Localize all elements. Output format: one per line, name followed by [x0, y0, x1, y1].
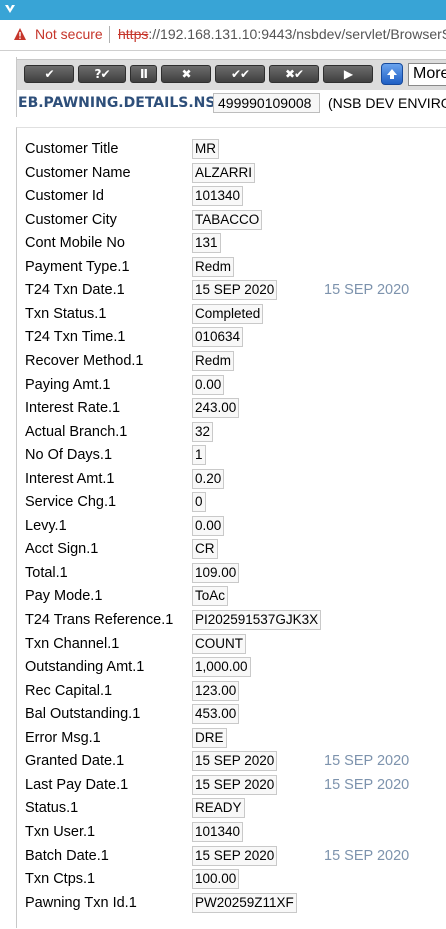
field-label: Txn Ctps.1 [25, 871, 96, 887]
pause-icon: II [140, 67, 148, 81]
field-value[interactable]: CR [192, 539, 218, 559]
field-enrichment: 15 SEP 2020 [324, 777, 410, 793]
field-label: Customer City [25, 212, 117, 228]
field-label: T24 Txn Time.1 [25, 329, 126, 345]
field-label: Granted Date.1 [25, 753, 125, 769]
address-separator [109, 26, 110, 43]
field-value[interactable]: Completed [192, 304, 264, 324]
field-label: No Of Days.1 [25, 447, 113, 463]
field-label: Last Pay Date.1 [25, 777, 129, 793]
field-value[interactable]: 0.00 [192, 516, 225, 536]
question-check-icon: ?✔ [94, 67, 110, 81]
reject-button[interactable]: ✖✔ [269, 65, 319, 83]
field-label: Service Chg.1 [25, 494, 117, 510]
field-label: Status.1 [25, 800, 79, 816]
field-label: Error Msg.1 [25, 730, 101, 746]
authorise-button[interactable]: ✔✔ [215, 65, 265, 83]
play-arrow-icon: ▶ [343, 67, 353, 81]
warning-icon [14, 28, 26, 40]
field-label: Actual Branch.1 [25, 424, 128, 440]
field-enrichment: 15 SEP 2020 [324, 753, 410, 769]
up-arrow-button[interactable] [381, 63, 403, 85]
more-actions-select[interactable]: More [408, 63, 446, 86]
field-value[interactable]: PI202591537GJK3X [192, 610, 322, 630]
field-value[interactable]: PW20259Z11XF [192, 893, 297, 913]
app-icon [5, 5, 15, 13]
field-enrichment: 15 SEP 2020 [324, 282, 410, 298]
field-label: Pawning Txn Id.1 [25, 895, 137, 911]
field-value[interactable]: MR [192, 139, 219, 159]
field-label: Customer Id [25, 188, 104, 204]
field-value[interactable]: 0.20 [192, 469, 225, 489]
field-value[interactable]: 15 SEP 2020 [192, 846, 278, 866]
field-label: Paying Amt.1 [25, 377, 111, 393]
field-label: Payment Type.1 [25, 259, 130, 275]
field-label: Cont Mobile No [25, 235, 125, 251]
field-value[interactable]: 101340 [192, 822, 244, 842]
hold-check-button[interactable]: ?✔ [78, 65, 126, 83]
field-value[interactable]: 1,000.00 [192, 657, 251, 677]
field-label: Rec Capital.1 [25, 683, 113, 699]
field-value[interactable]: 123.00 [192, 681, 240, 701]
field-label: Txn Channel.1 [25, 636, 120, 652]
record-id-field[interactable]: 499990109008 [213, 93, 320, 113]
field-value[interactable]: DRE [192, 728, 227, 748]
window-titlebar [0, 0, 446, 20]
field-value[interactable]: 109.00 [192, 563, 240, 583]
validate-button[interactable]: ✔ [24, 65, 74, 83]
pause-button[interactable]: II [130, 65, 157, 83]
field-label: T24 Txn Date.1 [25, 282, 125, 298]
cancel-button[interactable]: ✖ [161, 65, 211, 83]
field-value[interactable]: 15 SEP 2020 [192, 775, 278, 795]
field-value[interactable]: ALZARRI [192, 163, 256, 183]
field-label: Total.1 [25, 565, 68, 581]
field-value[interactable]: ToAc [192, 586, 229, 606]
field-label: Batch Date.1 [25, 848, 109, 864]
field-value[interactable]: 131 [192, 233, 221, 253]
field-value[interactable]: 453.00 [192, 704, 240, 724]
field-enrichment: 15 SEP 2020 [324, 848, 410, 864]
double-check-icon: ✔✔ [230, 67, 250, 81]
field-label: Levy.1 [25, 518, 67, 534]
field-label: Interest Amt.1 [25, 471, 115, 487]
field-label: Recover Method.1 [25, 353, 144, 369]
field-value[interactable]: COUNT [192, 634, 246, 654]
environment-label: (NSB DEV ENVIRO [328, 95, 446, 111]
field-label: Bal Outstanding.1 [25, 706, 141, 722]
field-label: Txn Status.1 [25, 306, 107, 322]
up-arrow-icon [387, 69, 397, 79]
field-value[interactable]: 15 SEP 2020 [192, 751, 278, 771]
x-icon: ✖ [181, 67, 191, 81]
field-value[interactable]: Redm [192, 257, 235, 277]
field-label: Txn User.1 [25, 824, 96, 840]
field-label: Customer Title [25, 141, 119, 157]
url-scheme: https [118, 26, 149, 42]
field-label: Pay Mode.1 [25, 588, 103, 604]
field-label: Customer Name [25, 165, 131, 181]
field-value[interactable]: 0.00 [192, 375, 225, 395]
field-label: Outstanding Amt.1 [25, 659, 145, 675]
field-value[interactable]: 32 [192, 422, 214, 442]
field-value[interactable]: TABACCO [192, 210, 263, 230]
field-value[interactable]: 101340 [192, 186, 244, 206]
check-icon: ✔ [44, 67, 54, 81]
field-value[interactable]: 010634 [192, 327, 244, 347]
field-label: T24 Trans Reference.1 [25, 612, 174, 628]
field-value[interactable]: Redm [192, 351, 235, 371]
x-check-icon: ✖✔ [284, 67, 304, 81]
field-value[interactable]: 100.00 [192, 869, 240, 889]
field-value[interactable]: 15 SEP 2020 [192, 280, 278, 300]
not-secure-label[interactable]: Not secure [35, 26, 103, 42]
field-label: Interest Rate.1 [25, 400, 121, 416]
field-value[interactable]: 1 [192, 445, 206, 465]
application-name: EB.PAWNING.DETAILS.NSB [18, 95, 227, 111]
url-text[interactable]: https://192.168.131.10:9443/nsbdev/servl… [118, 26, 446, 42]
next-button[interactable]: ▶ [323, 65, 373, 83]
field-value[interactable]: 0 [192, 492, 206, 512]
field-value[interactable]: READY [192, 798, 245, 818]
field-value[interactable]: 243.00 [192, 398, 240, 418]
url-rest: ://192.168.131.10:9443/nsbdev/servlet/Br… [148, 26, 446, 42]
field-label: Acct Sign.1 [25, 541, 99, 557]
address-bar[interactable]: Not secure https://192.168.131.10:9443/n… [0, 20, 446, 51]
